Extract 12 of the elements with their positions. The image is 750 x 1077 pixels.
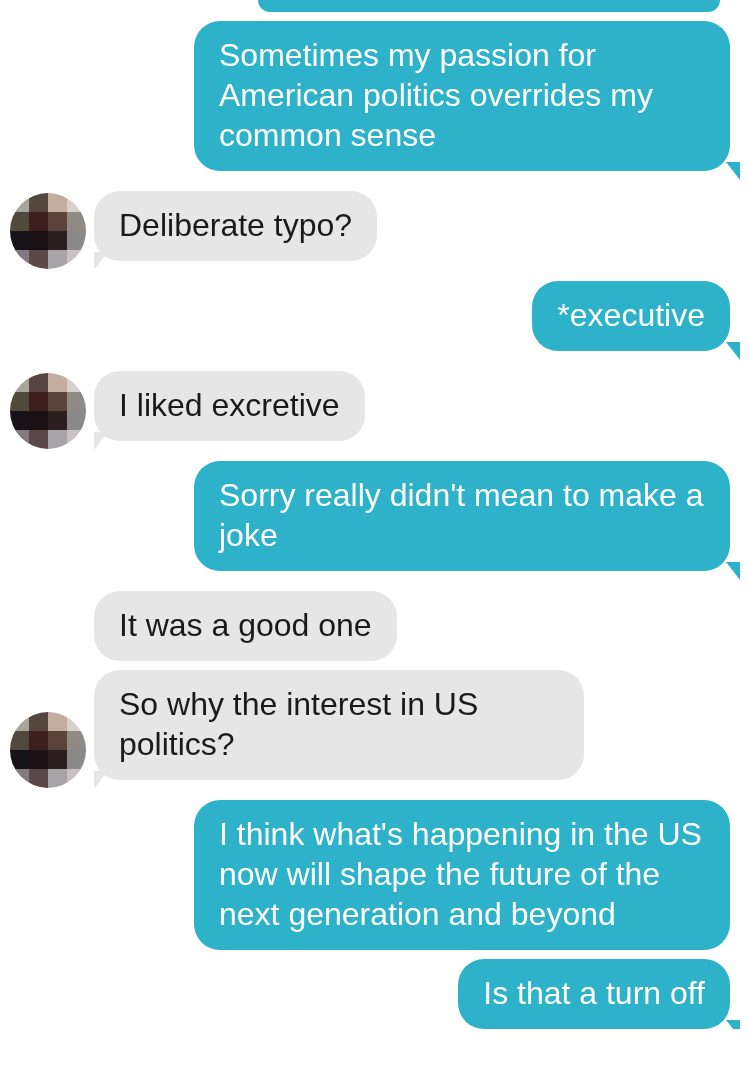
message-bubble: Sorry really didn't mean to make a joke	[194, 461, 730, 571]
message-bubble: *executive	[532, 281, 730, 351]
message-bubble: Is that a turn off	[458, 959, 730, 1029]
avatar-icon	[10, 712, 86, 788]
message-bubble: So why the interest in US politics?	[94, 670, 584, 780]
avatar-icon	[10, 373, 86, 449]
avatar-icon	[10, 193, 86, 269]
message-bubble: I think what's happening in the US now will shape the future of the next generation and beyond	[194, 800, 730, 950]
message-bubble: I liked excretive	[94, 371, 365, 441]
message-bubble: Sometimes my passion for American politics overrides my common sense	[194, 21, 730, 171]
message-bubble: It was a good one	[94, 591, 397, 661]
message-bubble: Deliberate typo?	[94, 191, 378, 261]
